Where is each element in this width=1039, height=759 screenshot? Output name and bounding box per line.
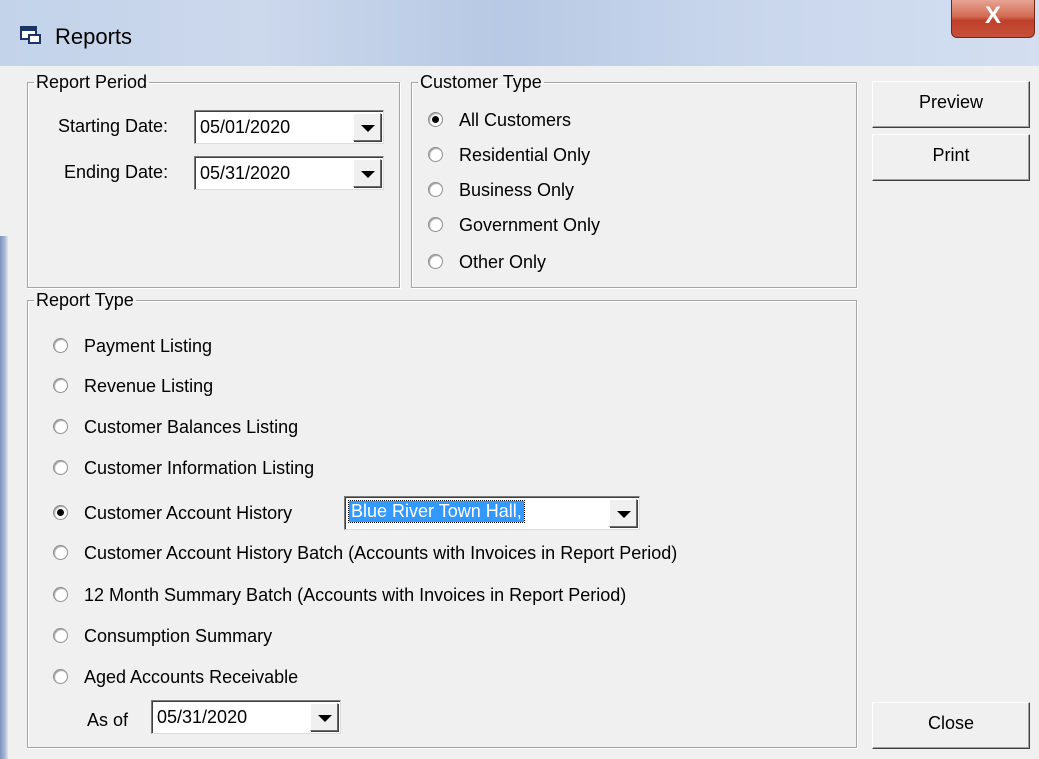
radio-button[interactable] — [53, 587, 68, 602]
radio-label: Residential Only — [459, 145, 591, 165]
radio-label: All Customers — [459, 110, 572, 130]
radio-label: Customer Account History Batch (Accounts… — [84, 543, 678, 563]
chevron-down-icon[interactable] — [310, 703, 338, 731]
radio-label: 12 Month Summary Batch (Accounts with In… — [84, 585, 627, 605]
radio-button[interactable] — [53, 378, 68, 393]
starting-date-label: Starting Date: — [58, 116, 169, 136]
preview-button[interactable]: Preview — [872, 81, 1030, 128]
radio-label: Aged Accounts Receivable — [84, 667, 299, 687]
window-app-icon — [20, 26, 41, 44]
print-button[interactable]: Print — [872, 134, 1030, 181]
radio-label: Government Only — [459, 215, 601, 235]
close-window-button[interactable]: X — [951, 0, 1035, 38]
radio-button[interactable] — [53, 545, 68, 560]
radio-button[interactable] — [428, 182, 443, 197]
starting-date-value: 05/01/2020 — [200, 117, 291, 137]
radio-button-selected[interactable] — [428, 112, 443, 127]
radio-button[interactable] — [53, 460, 68, 475]
reports-window: Reports X Report Period Starting Date: 0… — [0, 0, 1039, 759]
radio-label: Revenue Listing — [84, 376, 214, 396]
close-icon: X — [984, 2, 1001, 29]
radio-button[interactable] — [53, 628, 68, 643]
radio-label: Customer Balances Listing — [84, 417, 299, 437]
ending-date-picker[interactable]: 05/31/2020 — [194, 156, 384, 190]
as-of-date-picker[interactable]: 05/31/2020 — [151, 700, 341, 734]
radio-label: Customer Account History — [84, 503, 293, 523]
radio-button-selected[interactable] — [53, 505, 68, 520]
radio-label: Customer Information Listing — [84, 458, 315, 478]
report-type-legend: Report Type — [36, 290, 134, 310]
radio-button[interactable] — [428, 147, 443, 162]
radio-button[interactable] — [428, 217, 443, 232]
report-period-legend: Report Period — [36, 72, 148, 92]
customer-account-value: Blue River Town Hall, — [348, 500, 525, 523]
radio-label: Payment Listing — [84, 336, 213, 356]
radio-label: Other Only — [459, 252, 547, 272]
as-of-date-value: 05/31/2020 — [157, 707, 248, 727]
radio-button[interactable] — [53, 419, 68, 434]
window-title: Reports — [55, 24, 133, 49]
ending-date-label: Ending Date: — [64, 162, 169, 182]
radio-button[interactable] — [53, 669, 68, 684]
chevron-down-icon[interactable] — [609, 499, 637, 527]
customer-account-combo[interactable]: Blue River Town Hall, — [344, 496, 640, 530]
close-button[interactable]: Close — [872, 702, 1030, 749]
radio-button[interactable] — [428, 254, 443, 269]
close-button-label: Close — [927, 713, 975, 733]
radio-label: Consumption Summary — [84, 626, 273, 646]
radio-label: Business Only — [459, 180, 575, 200]
ending-date-value: 05/31/2020 — [200, 163, 291, 183]
radio-button[interactable] — [53, 338, 68, 353]
customer-type-legend: Customer Type — [420, 72, 542, 92]
preview-button-label: Preview — [918, 92, 984, 112]
title-bar: Reports X — [0, 0, 1039, 66]
chevron-down-icon[interactable] — [353, 113, 381, 141]
as-of-label: As of — [87, 710, 129, 730]
print-button-label: Print — [932, 145, 970, 165]
starting-date-picker[interactable]: 05/01/2020 — [194, 110, 384, 144]
chevron-down-icon[interactable] — [353, 159, 381, 187]
